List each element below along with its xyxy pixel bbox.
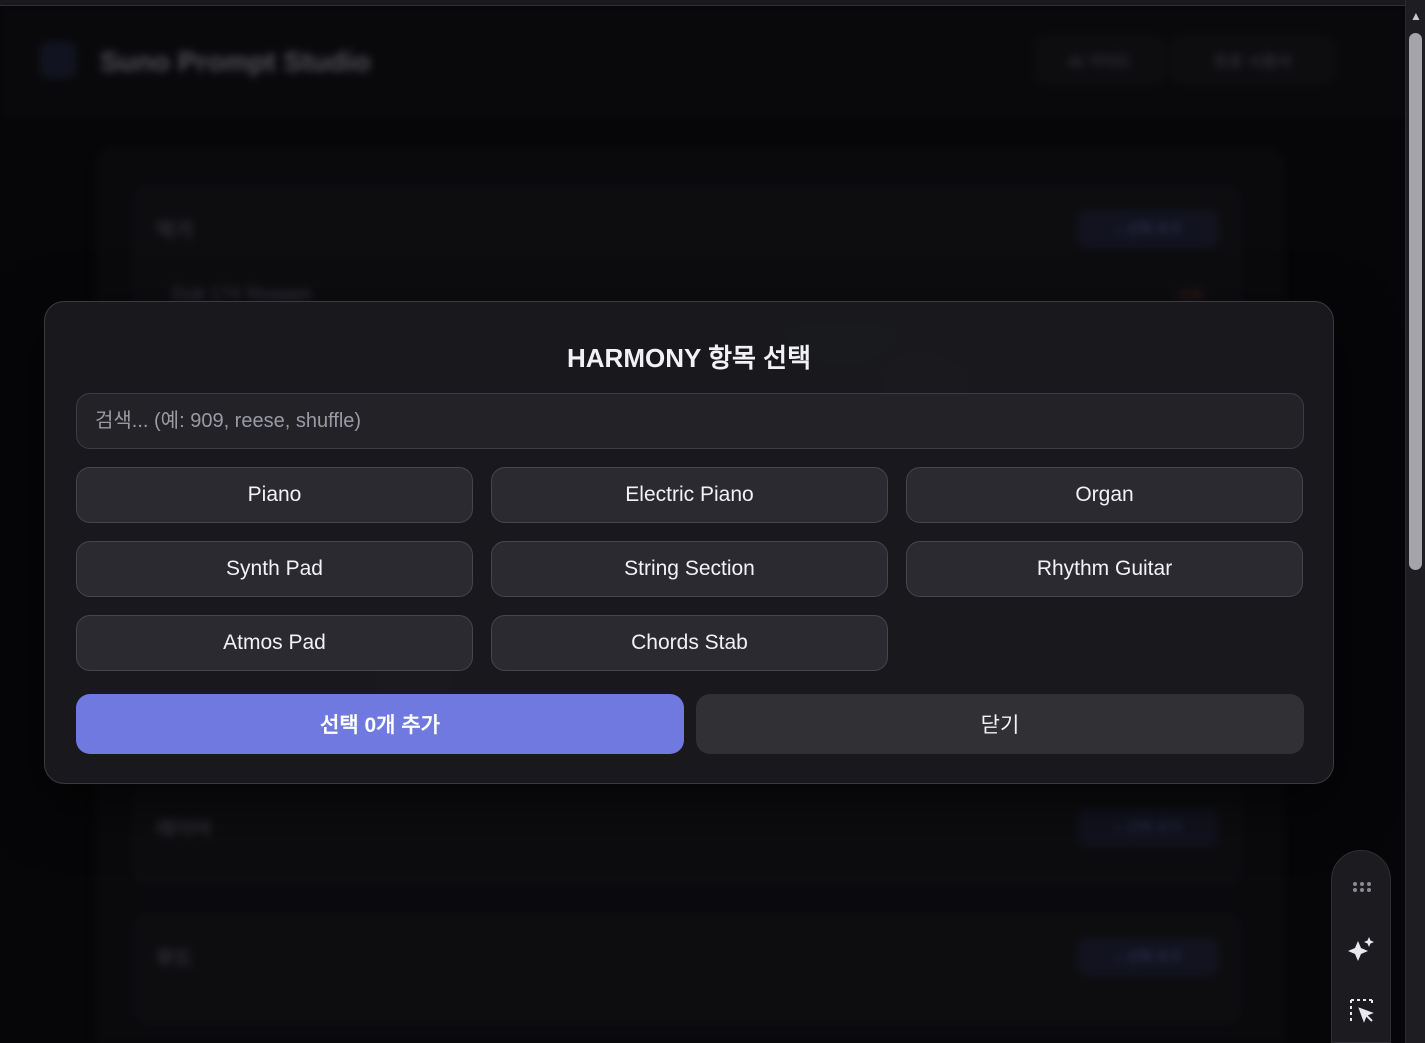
scrollbar[interactable]: ▲ (1405, 0, 1425, 1043)
section-add-button[interactable]: + 선택 추가 (1078, 938, 1218, 976)
sparkle-icon[interactable] (1332, 929, 1392, 969)
option-grid: Piano Electric Piano Organ Synth Pad Str… (76, 467, 1304, 671)
scroll-up-arrow-icon[interactable]: ▲ (1406, 6, 1425, 26)
option-piano[interactable]: Piano (76, 467, 473, 523)
header-button-guide[interactable]: AI 가이드 (1035, 36, 1165, 84)
option-atmos-pad[interactable]: Atmos Pad (76, 615, 473, 671)
header-button-sequencer[interactable]: 프로 시퀀서 (1170, 36, 1335, 84)
section-card-label: 레이어 (156, 818, 212, 840)
section-card-label: 악기 (156, 220, 193, 242)
add-selected-button[interactable]: 선택 0개 추가 (76, 694, 684, 754)
scrollbar-thumb[interactable] (1409, 33, 1422, 570)
section-add-button[interactable]: + 선택 추가 (1078, 210, 1218, 248)
modal-title: HARMONY 항목 선택 (567, 343, 811, 373)
option-chords-stab[interactable]: Chords Stab (491, 615, 888, 671)
modal-actions: 선택 0개 추가 닫기 (76, 694, 1304, 754)
grip-dots-icon[interactable] (1332, 867, 1392, 907)
search-input[interactable] (76, 393, 1304, 449)
select-cursor-icon[interactable] (1332, 991, 1392, 1031)
option-string-section[interactable]: String Section (491, 541, 888, 597)
section-card: 무드 + 선택 추가 (132, 914, 1242, 1024)
app-header: Suno Prompt Studio AI 가이드 프로 시퀀서 (0, 6, 1405, 118)
floating-toolbar (1331, 850, 1391, 1043)
harmony-select-modal: HARMONY 항목 선택 Piano Electric Piano Organ… (44, 301, 1334, 784)
app-title: Suno Prompt Studio (100, 46, 371, 77)
option-rhythm-guitar[interactable]: Rhythm Guitar (906, 541, 1303, 597)
section-card-label: 무드 (156, 948, 193, 970)
option-electric-piano[interactable]: Electric Piano (491, 467, 888, 523)
app-logo (40, 42, 76, 78)
section-add-button[interactable]: + 선택 추가 (1078, 808, 1218, 846)
section-card: 레이어 + 선택 추가 (132, 784, 1242, 884)
close-button[interactable]: 닫기 (696, 694, 1304, 754)
option-organ[interactable]: Organ (906, 467, 1303, 523)
option-synth-pad[interactable]: Synth Pad (76, 541, 473, 597)
